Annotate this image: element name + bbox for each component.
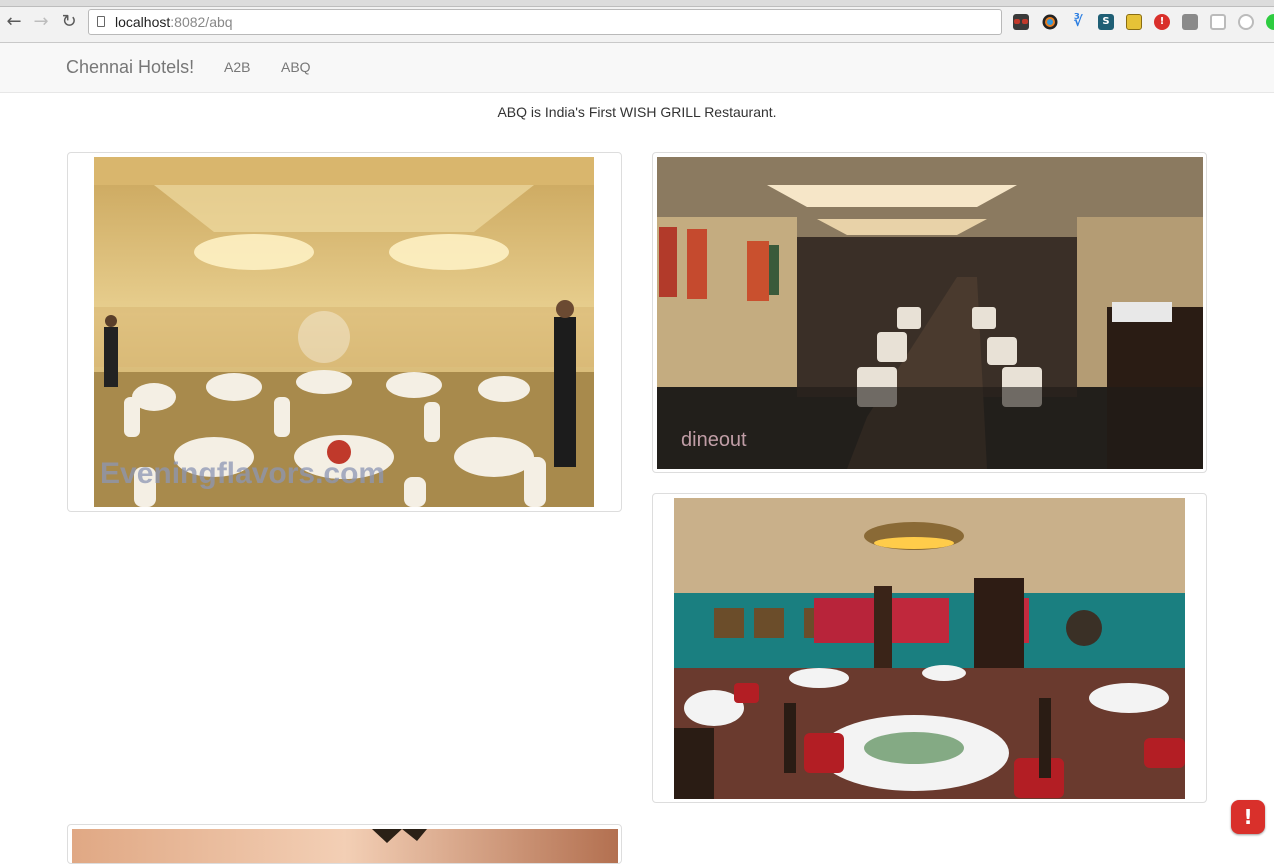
puzzle-icon[interactable] [1182, 14, 1198, 30]
page-tagline: ABQ is India's First WISH GRILL Restaura… [497, 104, 777, 120]
address-bar[interactable]: localhost:8082/abq [88, 9, 1002, 35]
thumbnail-1[interactable]: Eveningflavors.com [67, 152, 622, 512]
thumbnail-3[interactable] [652, 493, 1207, 803]
banquet-hall-image: Eveningflavors.com [94, 157, 594, 507]
forward-arrow-icon[interactable]: → [31, 12, 51, 32]
navbar-brand[interactable]: Chennai Hotels! [66, 57, 194, 78]
nav-link-abq[interactable]: ABQ [281, 59, 311, 75]
alert-extension-icon[interactable]: ! [1154, 14, 1170, 30]
color-wheel-icon[interactable] [1042, 14, 1058, 30]
photo-watermark: dineout [681, 429, 747, 451]
browser-toolbar: ← → ↻ localhost:8082/abq ∛ S ! [0, 0, 1274, 43]
tab-strip[interactable] [0, 0, 1274, 7]
profile-icon[interactable] [1266, 14, 1274, 30]
back-arrow-icon[interactable]: ← [4, 12, 24, 32]
nav-link-a2b[interactable]: A2B [224, 59, 250, 75]
square-icon[interactable] [1210, 14, 1226, 30]
bluetooth-icon[interactable]: ∛ [1070, 14, 1086, 30]
thumbnail-2[interactable]: dineout [652, 152, 1207, 473]
glasses-icon[interactable] [1013, 14, 1029, 30]
dining-room-image [674, 498, 1185, 799]
navbar: Chennai Hotels! A2B ABQ [0, 43, 1274, 93]
reload-icon[interactable]: ↻ [59, 12, 79, 32]
url-text[interactable]: localhost:8082/abq [115, 14, 233, 30]
photo-watermark: Eveningflavors.com [100, 457, 386, 490]
restaurant-interior-image: dineout [657, 157, 1203, 469]
page-icon [97, 16, 105, 27]
thumbnail-4[interactable] [67, 824, 622, 864]
s-extension-icon[interactable]: S [1098, 14, 1114, 30]
ruler-icon[interactable] [1126, 14, 1142, 30]
circle-outline-icon[interactable] [1238, 14, 1254, 30]
error-notification-icon[interactable]: ! [1231, 800, 1265, 834]
partial-image [72, 829, 618, 863]
